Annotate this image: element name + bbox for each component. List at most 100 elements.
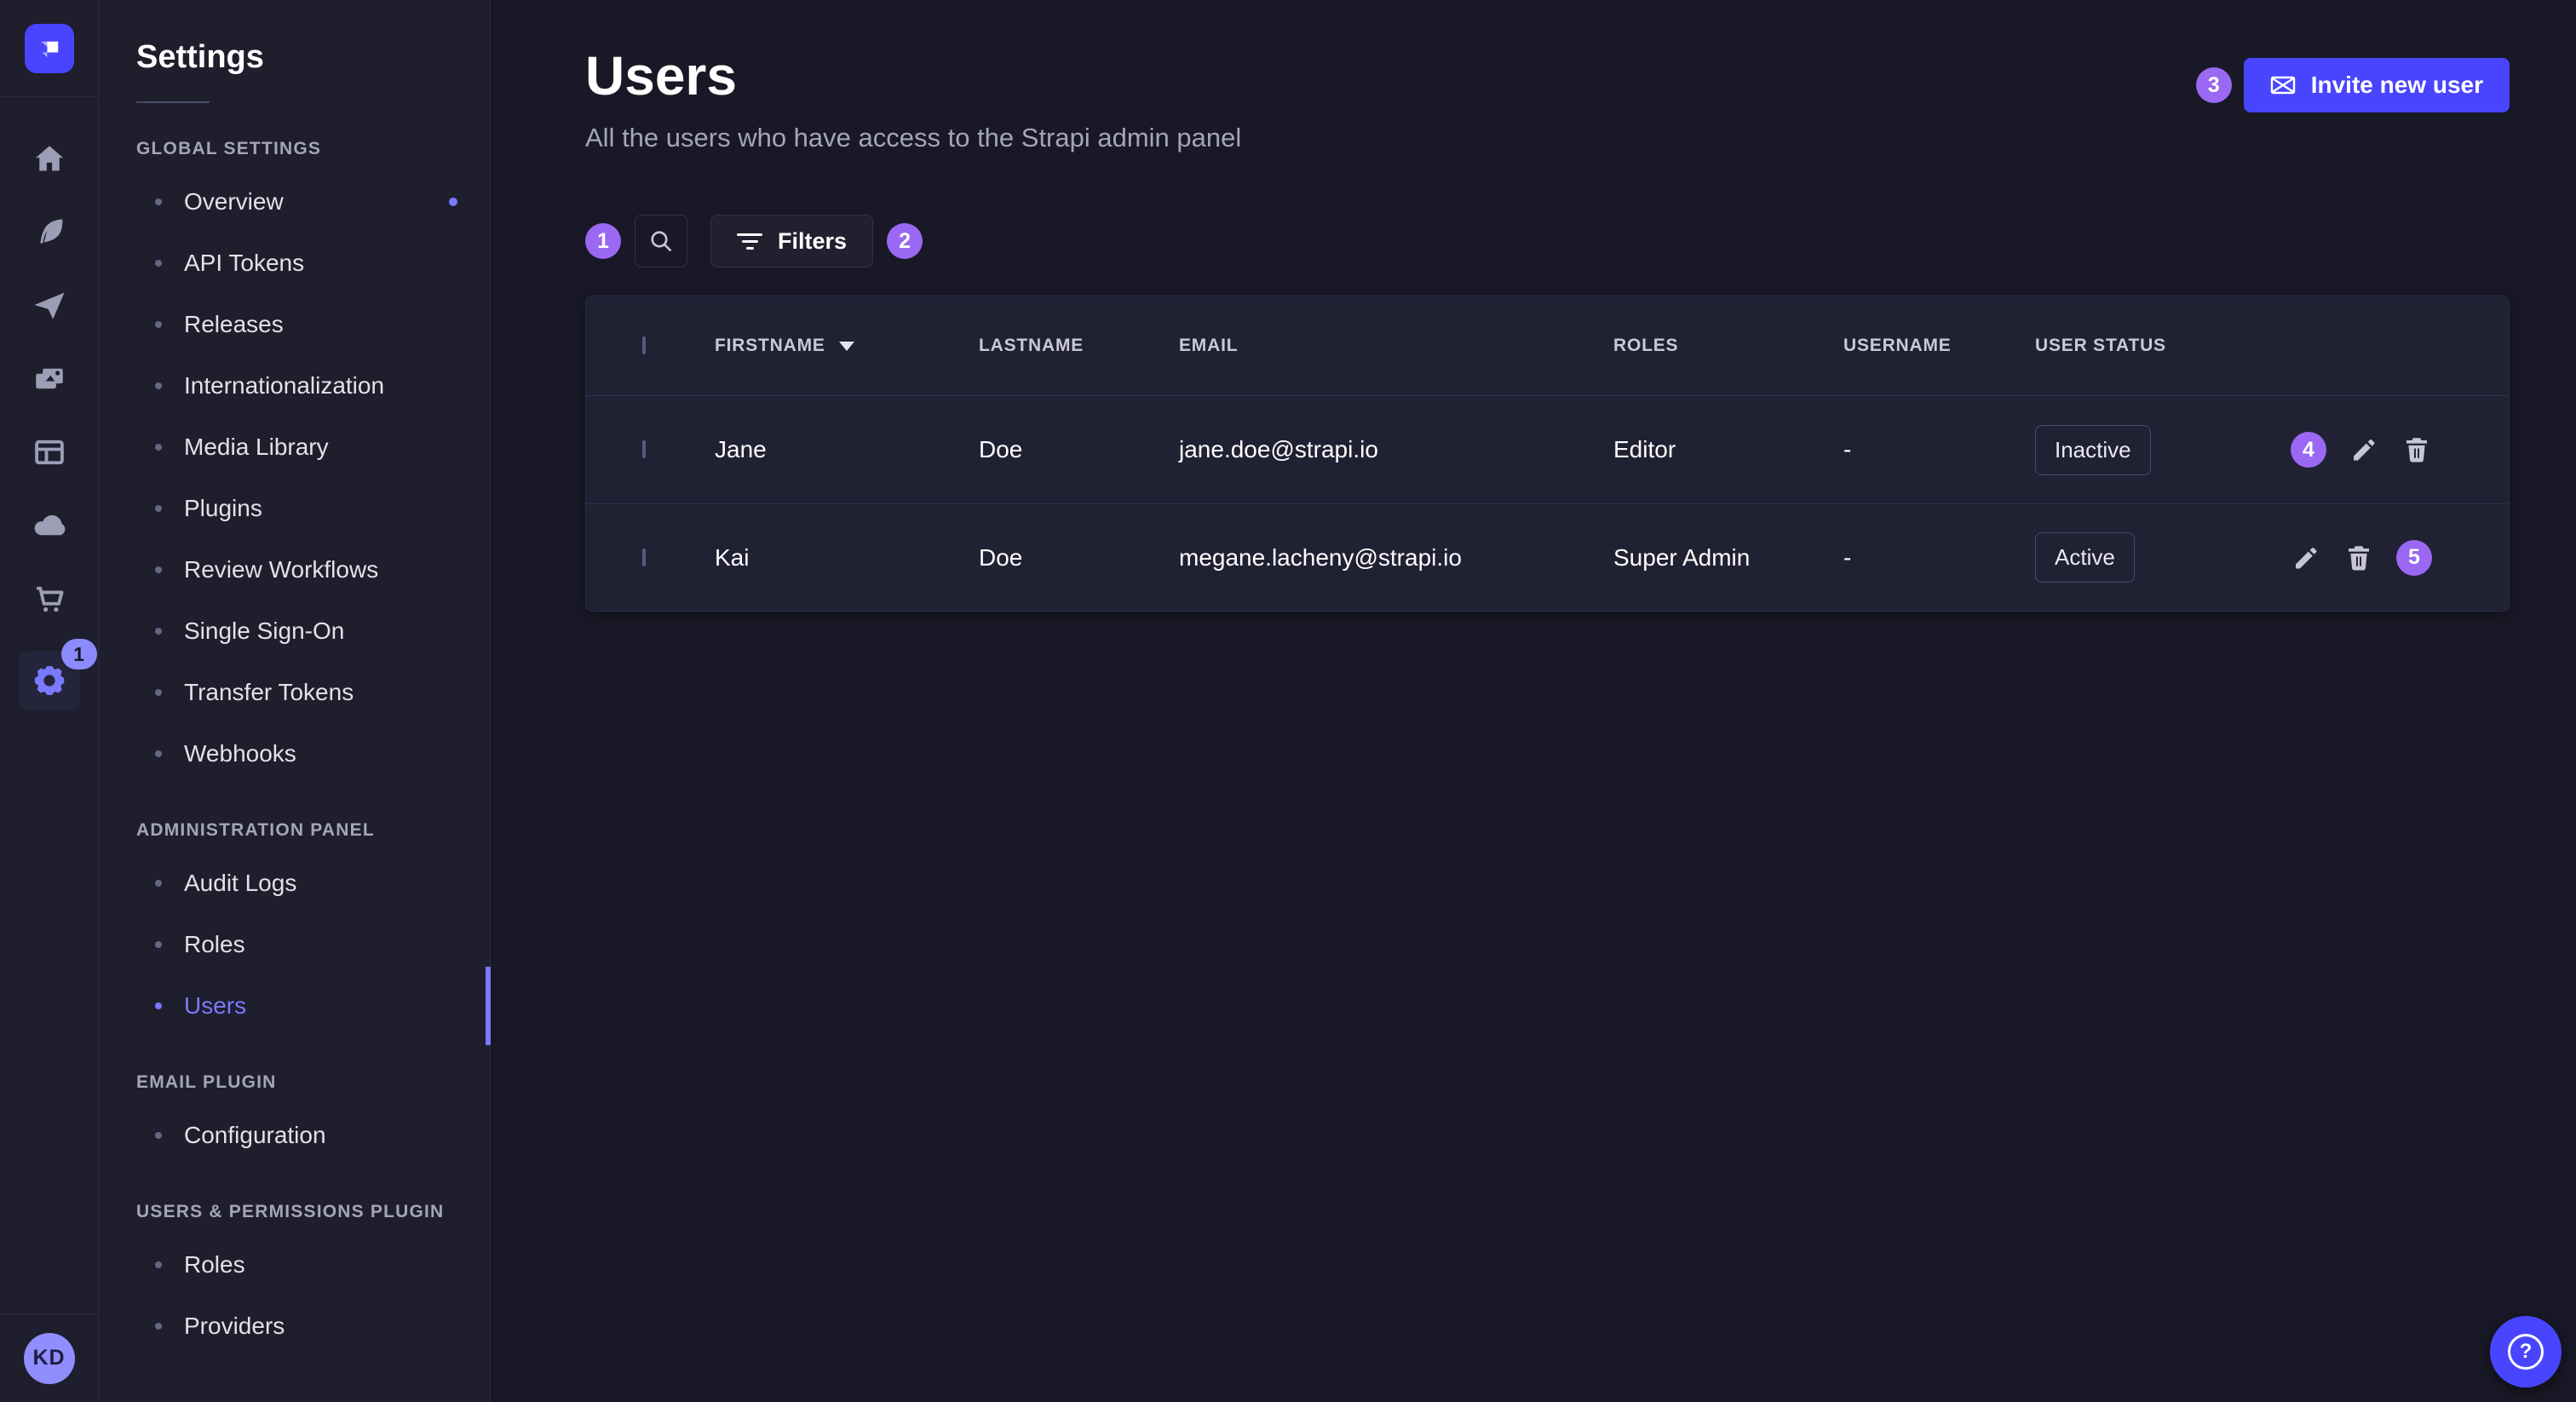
sidebar-item-label: Providers <box>184 1313 285 1340</box>
sidebar-item-users[interactable]: Users <box>99 975 490 1037</box>
bullet-icon <box>155 689 162 696</box>
paper-plane-icon[interactable] <box>30 286 69 325</box>
column-header-email: EMAIL <box>1179 336 1613 356</box>
filters-button[interactable]: Filters <box>710 215 873 267</box>
bullet-icon <box>155 1323 162 1330</box>
trash-icon <box>2401 434 2432 465</box>
annotation-badge-5: 5 <box>2396 540 2432 576</box>
delete-button[interactable] <box>2401 434 2432 465</box>
sidebar-item-label: Overview <box>184 188 284 215</box>
sidebar-item-label: API Tokens <box>184 250 304 277</box>
settings-notification-badge: 1 <box>61 639 97 669</box>
cell-roles: Editor <box>1613 436 1843 463</box>
bullet-icon <box>155 750 162 757</box>
sidebar-item-admin-roles[interactable]: Roles <box>99 914 490 975</box>
sidebar-item-label: Users <box>184 992 246 1020</box>
media-icon[interactable] <box>30 359 69 399</box>
trash-icon <box>2343 543 2374 573</box>
search-button[interactable] <box>635 215 687 267</box>
column-header-user-status: USER STATUS <box>2035 336 2291 356</box>
layout-icon[interactable] <box>30 433 69 472</box>
question-mark-icon: ? <box>2508 1334 2544 1370</box>
row-select-cell <box>642 550 715 566</box>
sidebar-item-releases[interactable]: Releases <box>99 294 490 355</box>
filters-button-label: Filters <box>778 228 847 255</box>
sidebar-item-internationalization[interactable]: Internationalization <box>99 355 490 417</box>
sidebar-item-up-roles[interactable]: Roles <box>99 1234 490 1296</box>
sidebar-item-label: Media Library <box>184 434 329 461</box>
bullet-icon <box>155 444 162 451</box>
sidebar-item-review-workflows[interactable]: Review Workflows <box>99 539 490 600</box>
page-header: Users All the users who have access to t… <box>585 0 2510 153</box>
sidebar-item-label: Audit Logs <box>184 870 296 897</box>
cloud-icon[interactable] <box>30 506 69 545</box>
invite-new-user-button[interactable]: Invite new user <box>2244 58 2510 112</box>
row-actions: 5 <box>2291 540 2432 576</box>
sidebar-item-settings[interactable]: 1 <box>19 651 80 710</box>
column-header-firstname[interactable]: FIRSTNAME <box>715 336 979 356</box>
cell-firstname: Jane <box>715 436 979 463</box>
sidebar-item-label: Roles <box>184 1251 245 1278</box>
toolbar: 1 Filters 2 <box>585 215 2510 267</box>
sidebar-item-label: Transfer Tokens <box>184 679 354 706</box>
table-row: Jane Doe jane.doe@strapi.io Editor - Ina… <box>586 396 2509 503</box>
sidebar-item-configuration[interactable]: Configuration <box>99 1105 490 1166</box>
row-checkbox[interactable] <box>642 549 646 566</box>
sidebar-item-single-sign-on[interactable]: Single Sign-On <box>99 600 490 662</box>
page-subtitle: All the users who have access to the Str… <box>585 123 1241 153</box>
strapi-logo[interactable] <box>25 24 74 73</box>
status-badge: Inactive <box>2035 425 2151 475</box>
sidebar-item-providers[interactable]: Providers <box>99 1296 490 1357</box>
main-content: Users All the users who have access to t… <box>491 0 2576 1402</box>
bullet-icon <box>155 382 162 389</box>
header-select-all-cell <box>642 338 715 353</box>
home-icon[interactable] <box>30 140 69 179</box>
sidebar-item-label: Roles <box>184 931 245 958</box>
select-all-checkbox[interactable] <box>642 336 646 354</box>
main-nav-rail: 1 KD <box>0 0 99 1402</box>
row-actions: 4 <box>2291 432 2432 468</box>
help-button[interactable]: ? <box>2490 1316 2562 1388</box>
filter-icon <box>737 233 762 250</box>
subnav-divider <box>136 101 210 103</box>
bullet-icon <box>155 1003 162 1009</box>
avatar[interactable]: KD <box>24 1333 75 1384</box>
cell-lastname: Doe <box>979 436 1179 463</box>
sidebar-item-label: Releases <box>184 311 284 338</box>
search-icon <box>647 227 675 255</box>
section-label-email-plugin: EMAIL PLUGIN <box>136 1072 490 1093</box>
sidebar-item-audit-logs[interactable]: Audit Logs <box>99 853 490 914</box>
logo-area <box>0 0 98 97</box>
cell-roles: Super Admin <box>1613 544 1843 572</box>
table-row: Kai Doe megane.lacheny@strapi.io Super A… <box>586 503 2509 611</box>
sidebar-item-label: Plugins <box>184 495 262 522</box>
edit-button[interactable] <box>2349 434 2379 465</box>
sidebar-item-overview[interactable]: Overview <box>99 171 490 233</box>
sidebar-item-label: Internationalization <box>184 372 384 399</box>
bullet-icon <box>155 628 162 635</box>
sidebar-item-webhooks[interactable]: Webhooks <box>99 723 490 784</box>
sidebar-item-api-tokens[interactable]: API Tokens <box>99 233 490 294</box>
rail-footer: KD <box>0 1313 98 1402</box>
title-block: Users All the users who have access to t… <box>585 44 1241 153</box>
sidebar-item-label: Review Workflows <box>184 556 378 583</box>
feather-icon[interactable] <box>30 213 69 252</box>
cart-icon[interactable] <box>30 579 69 618</box>
table-header-row: FIRSTNAME LASTNAME EMAIL ROLES USERNAME … <box>586 296 2509 396</box>
annotation-badge-1: 1 <box>585 223 621 259</box>
section-label-users-permissions-plugin: USERS & PERMISSIONS PLUGIN <box>136 1202 490 1222</box>
edit-button[interactable] <box>2291 543 2321 573</box>
page-title: Users <box>585 44 1241 107</box>
row-checkbox[interactable] <box>642 440 646 458</box>
invite-button-label: Invite new user <box>2311 72 2483 99</box>
section-label-global-settings: GLOBAL SETTINGS <box>136 139 490 159</box>
sidebar-item-plugins[interactable]: Plugins <box>99 478 490 539</box>
settings-subnav: Settings GLOBAL SETTINGS Overview API To… <box>99 0 491 1402</box>
annotation-badge-4: 4 <box>2291 432 2326 468</box>
sidebar-item-media-library[interactable]: Media Library <box>99 417 490 478</box>
cell-user-status: Inactive <box>2035 425 2291 475</box>
cell-lastname: Doe <box>979 544 1179 572</box>
column-header-roles: ROLES <box>1613 336 1843 356</box>
sidebar-item-transfer-tokens[interactable]: Transfer Tokens <box>99 662 490 723</box>
delete-button[interactable] <box>2343 543 2374 573</box>
